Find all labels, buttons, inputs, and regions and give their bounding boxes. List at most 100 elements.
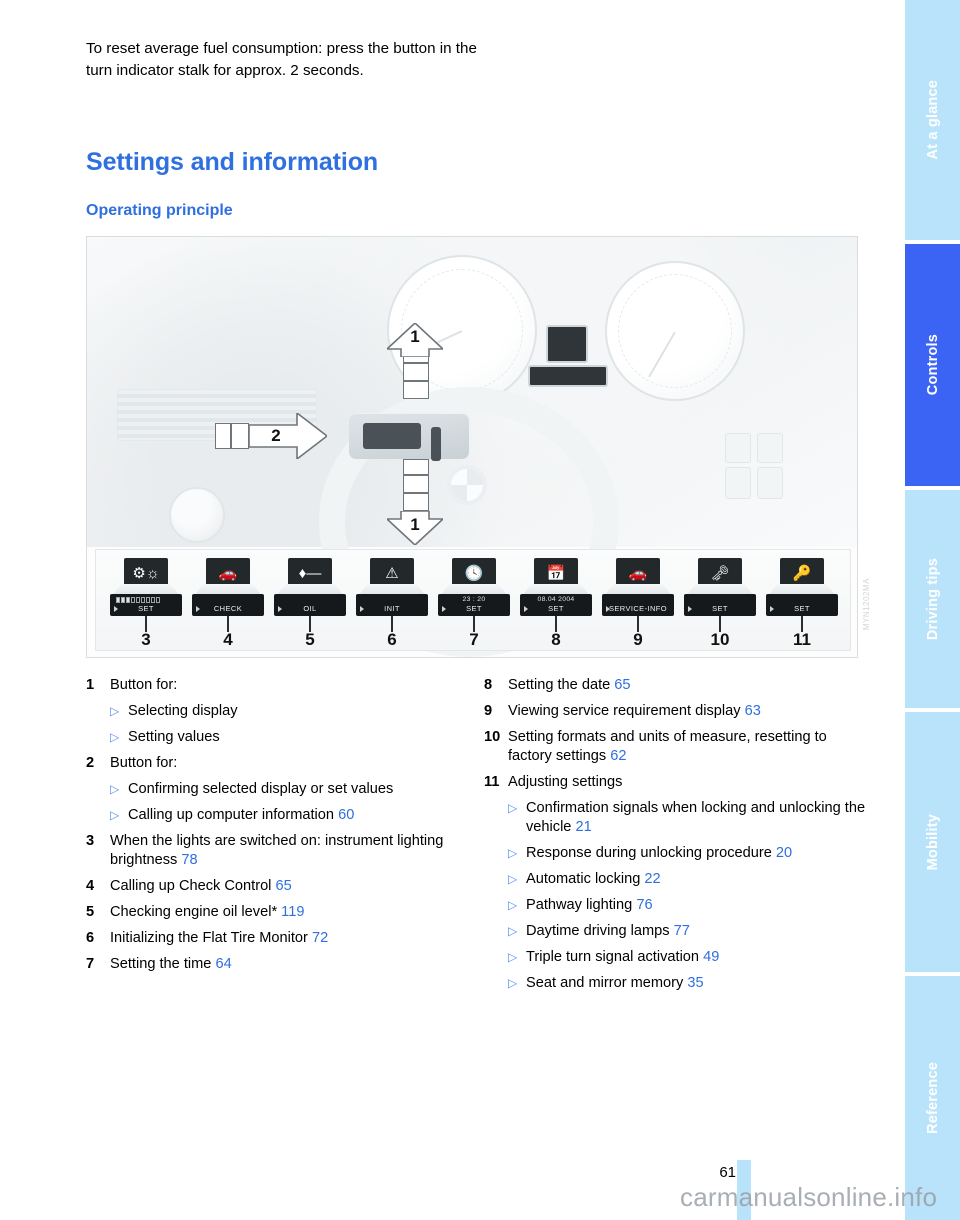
legend-item: 7 Setting the time 64 <box>86 955 471 974</box>
door-control-buttons <box>757 467 783 499</box>
sidebar-tab-label: Reference <box>924 1062 941 1134</box>
display-menu-strip: ⚙☼ SET 3 🚗 CHECK 4 ♦— OIL 5 ⚠ INIT 6 🕓 2… <box>95 549 851 651</box>
instrument-info-display <box>546 325 588 363</box>
page-ref[interactable]: 20 <box>772 845 792 861</box>
menu-item-7[interactable]: 🕓 23 : 20 SET 7 <box>438 558 510 649</box>
legend-number: 8 <box>484 677 493 693</box>
legend-number: 7 <box>86 956 95 972</box>
triangle-bullet-icon: ▷ <box>110 782 120 796</box>
legend-item: 11 Adjusting settings <box>484 773 874 792</box>
menu-label-4: CHECK <box>213 604 243 613</box>
stalk-button-face <box>431 427 441 461</box>
legend-text: Adjusting settings <box>508 774 623 790</box>
menu-number-9: 9 <box>633 630 643 649</box>
legend-number: 10 <box>484 729 501 745</box>
legend-text: Seat and mirror memory 35 <box>526 975 704 991</box>
legend-right-column: 8 Setting the date 65 9 Viewing service … <box>484 676 874 1000</box>
menu-number-10: 10 <box>710 630 730 649</box>
callout-arrow-down: 1 <box>387 459 443 547</box>
legend-text: Setting formats and units of measure, re… <box>508 729 827 764</box>
legend-number: 2 <box>86 755 95 771</box>
page-ref[interactable]: 78 <box>177 852 197 868</box>
legend-number: 1 <box>86 677 95 693</box>
menu-item-10[interactable]: 🗝 SET 10 <box>684 558 756 649</box>
menu-item-9[interactable]: 🚗 SERVICE-INFO 9 <box>602 558 674 649</box>
triangle-bullet-icon: ▷ <box>508 801 518 815</box>
triangle-bullet-icon: ▷ <box>110 808 120 822</box>
legend-text: Selecting display <box>128 703 238 719</box>
door-control-buttons <box>725 433 751 463</box>
manual-page: To reset average fuel consumption: press… <box>0 0 960 1220</box>
door-control-buttons <box>757 433 783 463</box>
sidebar-tab-controls[interactable]: Controls <box>905 244 960 486</box>
sidebar-tab-label: At a glance <box>924 80 941 160</box>
page-ref[interactable]: 21 <box>571 819 591 835</box>
sidebar-tab-mobility[interactable]: Mobility <box>905 712 960 972</box>
menu-number-8: 8 <box>551 630 561 649</box>
legend-text: Daytime driving lamps 77 <box>526 923 690 939</box>
menu-display-5: OIL <box>274 594 346 616</box>
page-ref[interactable]: 60 <box>334 807 354 823</box>
page-ref[interactable]: 63 <box>741 703 761 719</box>
menu-number-6: 6 <box>387 630 397 649</box>
menu-number-3: 3 <box>141 630 151 649</box>
menu-label-8: SET <box>548 604 564 613</box>
menu-item-6[interactable]: ⚠ INIT 6 <box>356 558 428 649</box>
page-ref[interactable]: 72 <box>308 930 328 946</box>
page-ref[interactable]: 65 <box>610 677 630 693</box>
bmw-roundel-logo <box>447 465 487 505</box>
legend-number: 3 <box>86 833 95 849</box>
legend-subitem: ▷ Response during unlocking procedure 20 <box>484 844 874 863</box>
menu-display-3: SET <box>110 594 182 616</box>
sidebar-tab-driving-tips[interactable]: Driving tips <box>905 490 960 708</box>
page-ref[interactable]: 35 <box>683 975 703 991</box>
page-ref[interactable]: 62 <box>606 748 626 764</box>
sidebar-tab-label: Driving tips <box>924 557 941 641</box>
legend-text: Calling up computer information 60 <box>128 807 355 823</box>
page-ref[interactable]: 76 <box>632 897 652 913</box>
callout-number-1-up: 1 <box>410 327 420 346</box>
menu-display-9: SERVICE-INFO <box>602 594 674 616</box>
triangle-bullet-icon: ▷ <box>508 846 518 860</box>
legend-subitem: ▷ Triple turn signal activation 49 <box>484 948 874 967</box>
legend-number: 4 <box>86 878 95 894</box>
triangle-bullet-icon: ▷ <box>508 950 518 964</box>
menu-item-3[interactable]: ⚙☼ SET 3 <box>110 558 182 649</box>
menu-label-5: OIL <box>303 604 317 613</box>
oil-can-icon: ♦— <box>288 558 332 588</box>
legend-text: Initializing the Flat Tire Monitor 72 <box>110 930 329 946</box>
subsection-heading: Operating principle <box>86 202 233 219</box>
sidebar-tab-at-a-glance[interactable]: At a glance <box>905 0 960 240</box>
legend-text: Confirming selected display or set value… <box>128 781 394 797</box>
menu-item-11[interactable]: 🔑 SET 11 <box>766 558 838 649</box>
callout-arrow-up: 1 <box>387 323 443 419</box>
menu-label-11: SET <box>794 604 810 613</box>
legend-text: Triple turn signal activation 49 <box>526 949 720 965</box>
page-ref[interactable]: 64 <box>211 956 231 972</box>
legend-left-column: 1 Button for: ▷ Selecting display ▷ Sett… <box>86 676 471 981</box>
menu-label-3: SET <box>138 604 154 613</box>
legend-text: Calling up Check Control 65 <box>110 878 292 894</box>
menu-item-8[interactable]: 📅 08.04 2004 SET 8 <box>520 558 592 649</box>
page-ref[interactable]: 119 <box>277 904 304 920</box>
menu-number-5: 5 <box>305 630 315 649</box>
menu-display-4: CHECK <box>192 594 264 616</box>
callout-number-1-down: 1 <box>410 515 420 534</box>
page-number: 61 <box>719 1164 736 1181</box>
legend-subitem: ▷ Selecting display <box>86 702 471 721</box>
legend-text: Setting values <box>128 729 220 745</box>
menu-item-5[interactable]: ♦— OIL 5 <box>274 558 346 649</box>
menu-item-4[interactable]: 🚗 CHECK 4 <box>192 558 264 649</box>
car-silhouette-icon: 🚗 <box>206 558 250 588</box>
page-ref[interactable]: 22 <box>640 871 660 887</box>
page-ref[interactable]: 49 <box>699 949 719 965</box>
legend-subitem: ▷ Confirmation signals when locking and … <box>484 799 874 837</box>
page-ref[interactable]: 77 <box>670 923 690 939</box>
legend-text: Response during unlocking procedure 20 <box>526 845 793 861</box>
page-ref[interactable]: 65 <box>271 878 291 894</box>
sidebar-tab-label: Controls <box>924 334 941 396</box>
menu-label-9: SERVICE-INFO <box>608 604 667 613</box>
callout-arrow-right: 2 <box>215 413 327 459</box>
menu-label-7: SET <box>466 604 482 613</box>
legend-text: Setting the date 65 <box>508 677 631 693</box>
